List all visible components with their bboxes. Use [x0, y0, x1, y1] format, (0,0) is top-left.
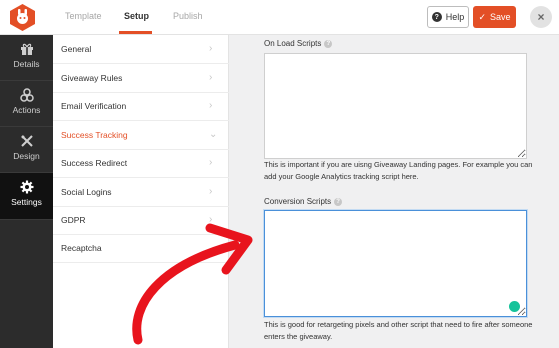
- design-icon: [20, 135, 33, 147]
- onload-label-text: On Load Scripts: [264, 39, 322, 48]
- nav-label-design: Design: [13, 151, 40, 161]
- question-icon: ?: [431, 12, 442, 22]
- onload-scripts-textarea[interactable]: [264, 53, 527, 159]
- info-icon[interactable]: ?: [324, 39, 333, 48]
- tab-setup[interactable]: Setup: [124, 11, 149, 21]
- menu-item-success-redirect[interactable]: Success Redirect ›: [53, 149, 229, 178]
- nav-item-details[interactable]: Details: [0, 35, 53, 81]
- menu-label: Success Tracking: [61, 130, 128, 140]
- active-tab-indicator: [119, 31, 152, 34]
- save-label: Save: [490, 12, 511, 22]
- chevron-right-icon: ›: [209, 43, 213, 54]
- chevron-right-icon: ›: [209, 157, 213, 168]
- menu-label: Email Verification: [61, 101, 127, 111]
- content-panel: On Load Scripts ? This is important if y…: [229, 35, 559, 348]
- nav-label-details: Details: [13, 59, 40, 69]
- nav-item-design[interactable]: Design: [0, 127, 53, 173]
- check-icon: ✓: [478, 11, 487, 22]
- conversion-scripts-textarea[interactable]: [264, 210, 527, 317]
- info-icon[interactable]: ?: [334, 197, 343, 206]
- chevron-right-icon: ›: [209, 214, 213, 225]
- grammarly-icon[interactable]: [509, 301, 520, 312]
- nav-item-settings[interactable]: Settings: [0, 173, 53, 220]
- settings-menu: General › Giveaway Rules › Email Verific…: [53, 35, 229, 348]
- menu-label: GDPR: [61, 215, 86, 225]
- menu-label: Recaptcha: [61, 243, 102, 253]
- menu-item-gdpr[interactable]: GDPR ›: [53, 206, 229, 235]
- tab-template[interactable]: Template: [65, 11, 102, 21]
- nav-label-settings: Settings: [11, 197, 42, 207]
- menu-item-email-verification[interactable]: Email Verification ›: [53, 92, 229, 121]
- nav-item-actions[interactable]: Actions: [0, 81, 53, 127]
- top-bar: Template Setup Publish ? Help ✓ Save ×: [0, 0, 559, 35]
- conversion-scripts-label: Conversion Scripts ?: [264, 197, 343, 206]
- menu-item-success-tracking[interactable]: Success Tracking ⌄: [53, 121, 229, 150]
- onload-help-text: This is important if you are uisng Givea…: [264, 160, 533, 181]
- menu-item-giveaway-rules[interactable]: Giveaway Rules ›: [53, 64, 229, 93]
- gear-icon: [20, 180, 33, 194]
- conversion-label-text: Conversion Scripts: [264, 197, 332, 206]
- save-button[interactable]: ✓ Save: [473, 6, 516, 28]
- menu-label: Social Logins: [61, 187, 112, 197]
- menu-label: Giveaway Rules: [61, 73, 123, 83]
- chevron-down-icon: ⌄: [209, 129, 218, 140]
- side-nav: Details Actions Design Settings: [0, 35, 53, 348]
- menu-item-recaptcha[interactable]: Recaptcha: [53, 234, 229, 263]
- help-label: Help: [445, 12, 465, 22]
- tab-publish[interactable]: Publish: [173, 11, 203, 21]
- menu-item-general[interactable]: General ›: [53, 35, 229, 64]
- menu-item-social-logins[interactable]: Social Logins ›: [53, 178, 229, 207]
- menu-label: General: [61, 44, 92, 54]
- help-button[interactable]: ? Help: [427, 6, 469, 28]
- chevron-right-icon: ›: [209, 186, 213, 197]
- conversion-help-text: This is good for retargeting pixels and …: [264, 320, 533, 341]
- actions-icon: [19, 88, 34, 102]
- gift-icon: [20, 43, 33, 55]
- logo-icon[interactable]: [8, 3, 37, 32]
- chevron-right-icon: ›: [209, 72, 213, 83]
- menu-label: Success Redirect: [61, 158, 128, 168]
- chevron-right-icon: ›: [209, 100, 213, 111]
- onload-scripts-label: On Load Scripts ?: [264, 39, 333, 48]
- nav-label-actions: Actions: [12, 105, 41, 115]
- close-icon[interactable]: ×: [530, 6, 552, 28]
